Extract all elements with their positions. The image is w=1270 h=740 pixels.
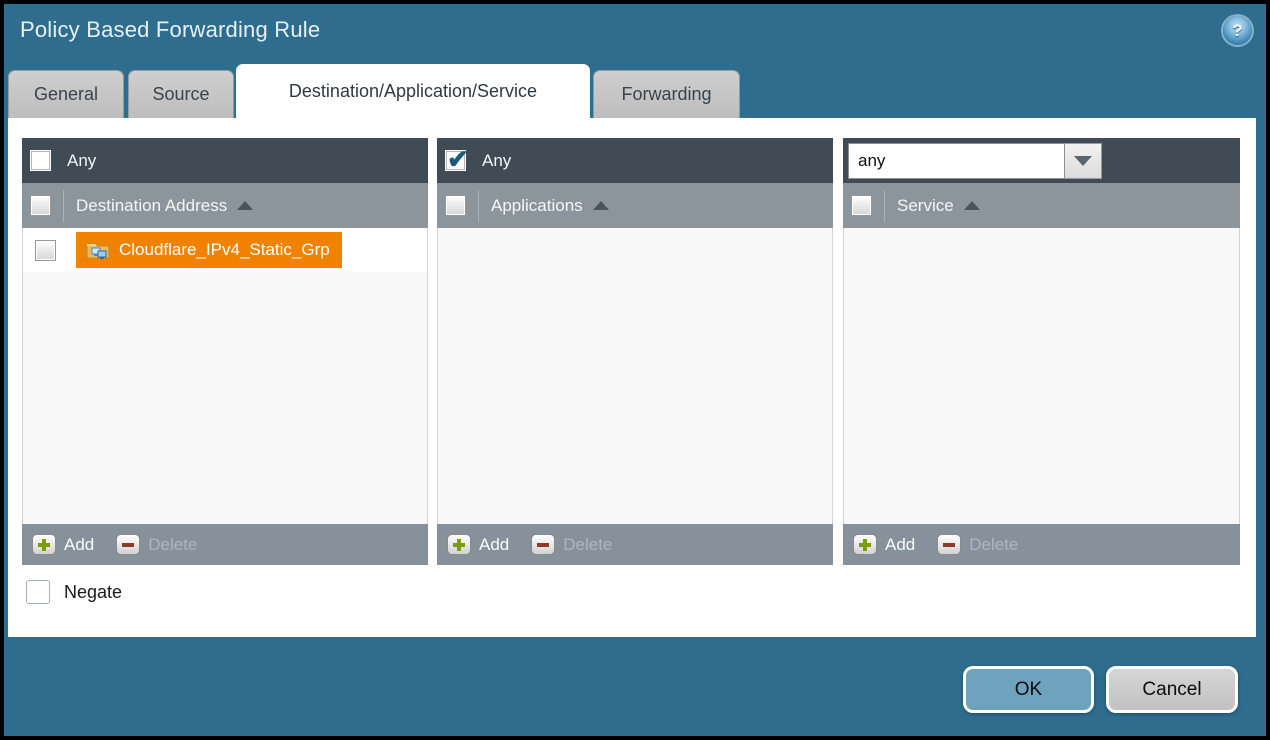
service-dropdown-value[interactable]: any	[848, 143, 1065, 179]
sort-ascending-icon	[964, 201, 980, 210]
destination-any-bar: Any	[22, 138, 428, 183]
cancel-button[interactable]: Cancel	[1106, 666, 1238, 713]
destination-header-row: Destination Address	[22, 183, 428, 228]
applications-column: Any Applications Add Delete	[437, 138, 833, 565]
applications-delete-button[interactable]: Delete	[531, 534, 612, 555]
applications-any-bar: Any	[437, 138, 833, 183]
tab-content: Any Destination Address	[8, 118, 1256, 637]
policy-forwarding-dialog: Policy Based Forwarding Rule ? General S…	[0, 0, 1270, 740]
applications-select-all-checkbox[interactable]	[445, 195, 466, 216]
service-column-header[interactable]: Service	[897, 196, 954, 216]
destination-footer: Add Delete	[22, 524, 428, 565]
service-select-all-checkbox[interactable]	[851, 195, 872, 216]
negate-checkbox[interactable]	[26, 580, 50, 604]
minus-icon	[116, 534, 140, 555]
applications-any-checkbox[interactable]	[445, 150, 466, 171]
address-group-icon	[86, 240, 110, 260]
destination-delete-button[interactable]: Delete	[116, 534, 197, 555]
page-title: Policy Based Forwarding Rule	[20, 17, 320, 43]
tab-forwarding[interactable]: Forwarding	[593, 70, 740, 118]
chevron-down-icon	[1074, 156, 1092, 166]
destination-any-checkbox[interactable]	[30, 150, 51, 171]
row-checkbox[interactable]	[35, 240, 56, 261]
tab-source[interactable]: Source	[128, 70, 234, 118]
plus-icon	[32, 534, 56, 555]
plus-icon	[853, 534, 877, 555]
sort-ascending-icon	[237, 201, 253, 210]
destination-select-all-checkbox[interactable]	[30, 195, 51, 216]
destination-add-button[interactable]: Add	[32, 534, 94, 555]
address-group-name: Cloudflare_IPv4_Static_Grp	[119, 240, 330, 260]
plus-icon	[447, 534, 471, 555]
negate-row: Negate	[26, 580, 122, 604]
applications-list	[437, 228, 833, 524]
applications-column-header[interactable]: Applications	[491, 196, 583, 216]
service-any-bar: any	[843, 138, 1240, 183]
dropdown-button[interactable]	[1065, 143, 1102, 179]
service-delete-button[interactable]: Delete	[937, 534, 1018, 555]
service-list	[843, 228, 1240, 524]
destination-column: Any Destination Address	[22, 138, 428, 565]
service-column: any Service Add D	[843, 138, 1240, 565]
destination-column-header[interactable]: Destination Address	[76, 196, 227, 216]
service-footer: Add Delete	[843, 524, 1240, 565]
tab-general[interactable]: General	[8, 70, 124, 118]
ok-button[interactable]: OK	[963, 666, 1094, 713]
minus-icon	[531, 534, 555, 555]
service-add-button[interactable]: Add	[853, 534, 915, 555]
help-icon[interactable]: ?	[1223, 16, 1252, 45]
selected-address-group[interactable]: Cloudflare_IPv4_Static_Grp	[76, 232, 342, 268]
negate-label: Negate	[64, 582, 122, 603]
applications-any-label: Any	[482, 151, 511, 171]
minus-icon	[937, 534, 961, 555]
service-header-row: Service	[843, 183, 1240, 228]
destination-any-label: Any	[67, 151, 96, 171]
table-row[interactable]: Cloudflare_IPv4_Static_Grp	[23, 228, 427, 272]
sort-ascending-icon	[593, 201, 609, 210]
service-dropdown[interactable]: any	[848, 143, 1102, 179]
applications-add-button[interactable]: Add	[447, 534, 509, 555]
applications-footer: Add Delete	[437, 524, 833, 565]
destination-list: Cloudflare_IPv4_Static_Grp	[22, 228, 428, 524]
tab-destination-application-service[interactable]: Destination/Application/Service	[236, 64, 590, 118]
applications-header-row: Applications	[437, 183, 833, 228]
